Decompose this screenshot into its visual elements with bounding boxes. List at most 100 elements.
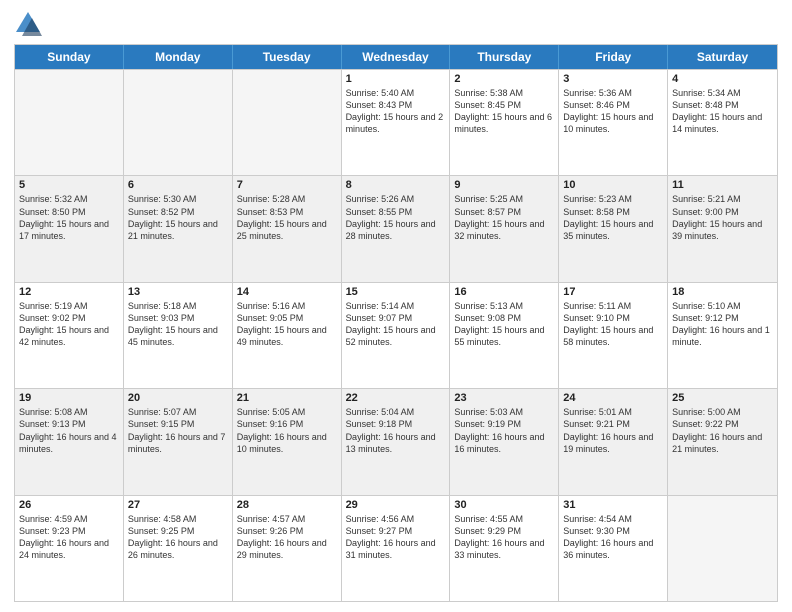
day-number: 6 [128, 179, 228, 191]
cell-info: Sunrise: 5:08 AM Sunset: 9:13 PM Dayligh… [19, 406, 119, 455]
day-cell-26: 26 Sunrise: 4:59 AM Sunset: 9:23 PM Dayli… [15, 496, 124, 601]
cell-info: Sunrise: 5:40 AM Sunset: 8:43 PM Dayligh… [346, 87, 446, 136]
logo [14, 10, 45, 38]
day-cell-5: 5 Sunrise: 5:32 AM Sunset: 8:50 PM Daylig… [15, 176, 124, 281]
day-cell-15: 15 Sunrise: 5:14 AM Sunset: 9:07 PM Dayli… [342, 283, 451, 388]
day-cell-22: 22 Sunrise: 5:04 AM Sunset: 9:18 PM Dayli… [342, 389, 451, 494]
empty-cell-0-1 [124, 70, 233, 175]
cell-info: Sunrise: 5:18 AM Sunset: 9:03 PM Dayligh… [128, 300, 228, 349]
day-number: 28 [237, 499, 337, 511]
page: SundayMondayTuesdayWednesdayThursdayFrid… [0, 0, 792, 612]
day-number: 1 [346, 73, 446, 85]
day-number: 10 [563, 179, 663, 191]
cell-info: Sunrise: 5:34 AM Sunset: 8:48 PM Dayligh… [672, 87, 773, 136]
day-cell-29: 29 Sunrise: 4:56 AM Sunset: 9:27 PM Dayli… [342, 496, 451, 601]
day-number: 21 [237, 392, 337, 404]
day-number: 14 [237, 286, 337, 298]
day-number: 30 [454, 499, 554, 511]
logo-icon [14, 10, 42, 38]
cell-info: Sunrise: 5:32 AM Sunset: 8:50 PM Dayligh… [19, 193, 119, 242]
day-number: 29 [346, 499, 446, 511]
day-number: 27 [128, 499, 228, 511]
cell-info: Sunrise: 5:11 AM Sunset: 9:10 PM Dayligh… [563, 300, 663, 349]
cell-info: Sunrise: 5:21 AM Sunset: 9:00 PM Dayligh… [672, 193, 773, 242]
calendar-header: SundayMondayTuesdayWednesdayThursdayFrid… [15, 45, 777, 69]
day-cell-6: 6 Sunrise: 5:30 AM Sunset: 8:52 PM Daylig… [124, 176, 233, 281]
day-number: 4 [672, 73, 773, 85]
day-number: 3 [563, 73, 663, 85]
day-cell-27: 27 Sunrise: 4:58 AM Sunset: 9:25 PM Dayli… [124, 496, 233, 601]
day-number: 20 [128, 392, 228, 404]
day-number: 17 [563, 286, 663, 298]
weekday-header-saturday: Saturday [668, 45, 777, 69]
day-cell-23: 23 Sunrise: 5:03 AM Sunset: 9:19 PM Dayli… [450, 389, 559, 494]
day-number: 11 [672, 179, 773, 191]
day-cell-25: 25 Sunrise: 5:00 AM Sunset: 9:22 PM Dayli… [668, 389, 777, 494]
day-cell-13: 13Sunrise: 5:18 AM Sunset: 9:03 PM Dayli… [124, 283, 233, 388]
day-cell-24: 24 Sunrise: 5:01 AM Sunset: 9:21 PM Dayli… [559, 389, 668, 494]
day-number: 12 [19, 286, 119, 298]
weekday-header-sunday: Sunday [15, 45, 124, 69]
day-number: 23 [454, 392, 554, 404]
day-number: 22 [346, 392, 446, 404]
day-cell-30: 30 Sunrise: 4:55 AM Sunset: 9:29 PM Dayli… [450, 496, 559, 601]
cell-info: Sunrise: 4:58 AM Sunset: 9:25 PM Dayligh… [128, 513, 228, 562]
cell-info: Sunrise: 4:56 AM Sunset: 9:27 PM Dayligh… [346, 513, 446, 562]
calendar-row-4: 19 Sunrise: 5:08 AM Sunset: 9:13 PM Dayli… [15, 388, 777, 494]
cell-info: Sunrise: 5:01 AM Sunset: 9:21 PM Dayligh… [563, 406, 663, 455]
cell-info: Sunrise: 5:26 AM Sunset: 8:55 PM Dayligh… [346, 193, 446, 242]
cell-info: Sunrise: 5:23 AM Sunset: 8:58 PM Dayligh… [563, 193, 663, 242]
cell-info: Sunrise: 5:13 AM Sunset: 9:08 PM Dayligh… [454, 300, 554, 349]
day-cell-11: 11 Sunrise: 5:21 AM Sunset: 9:00 PM Dayli… [668, 176, 777, 281]
cell-info: Sunrise: 5:10 AM Sunset: 9:12 PM Dayligh… [672, 300, 773, 349]
header [14, 10, 778, 38]
cell-info: Sunrise: 5:14 AM Sunset: 9:07 PM Dayligh… [346, 300, 446, 349]
cell-info: Sunrise: 5:00 AM Sunset: 9:22 PM Dayligh… [672, 406, 773, 455]
cell-info: Sunrise: 5:38 AM Sunset: 8:45 PM Dayligh… [454, 87, 554, 136]
day-number: 8 [346, 179, 446, 191]
day-cell-1: 1 Sunrise: 5:40 AM Sunset: 8:43 PM Daylig… [342, 70, 451, 175]
day-cell-10: 10 Sunrise: 5:23 AM Sunset: 8:58 PM Dayli… [559, 176, 668, 281]
cell-info: Sunrise: 5:05 AM Sunset: 9:16 PM Dayligh… [237, 406, 337, 455]
cell-info: Sunrise: 5:28 AM Sunset: 8:53 PM Dayligh… [237, 193, 337, 242]
weekday-header-tuesday: Tuesday [233, 45, 342, 69]
day-number: 15 [346, 286, 446, 298]
weekday-header-friday: Friday [559, 45, 668, 69]
empty-cell-4-6 [668, 496, 777, 601]
cell-info: Sunrise: 5:04 AM Sunset: 9:18 PM Dayligh… [346, 406, 446, 455]
empty-cell-0-2 [233, 70, 342, 175]
day-number: 26 [19, 499, 119, 511]
calendar: SundayMondayTuesdayWednesdayThursdayFrid… [14, 44, 778, 602]
day-cell-31: 31Sunrise: 4:54 AM Sunset: 9:30 PM Dayli… [559, 496, 668, 601]
day-number: 19 [19, 392, 119, 404]
day-cell-9: 9Sunrise: 5:25 AM Sunset: 8:57 PM Daylig… [450, 176, 559, 281]
cell-info: Sunrise: 5:36 AM Sunset: 8:46 PM Dayligh… [563, 87, 663, 136]
calendar-row-2: 5 Sunrise: 5:32 AM Sunset: 8:50 PM Daylig… [15, 175, 777, 281]
cell-info: Sunrise: 4:54 AM Sunset: 9:30 PM Dayligh… [563, 513, 663, 562]
day-cell-8: 8 Sunrise: 5:26 AM Sunset: 8:55 PM Daylig… [342, 176, 451, 281]
day-cell-14: 14 Sunrise: 5:16 AM Sunset: 9:05 PM Dayli… [233, 283, 342, 388]
day-number: 2 [454, 73, 554, 85]
cell-info: Sunrise: 5:30 AM Sunset: 8:52 PM Dayligh… [128, 193, 228, 242]
day-cell-17: 17 Sunrise: 5:11 AM Sunset: 9:10 PM Dayli… [559, 283, 668, 388]
weekday-header-monday: Monday [124, 45, 233, 69]
day-number: 5 [19, 179, 119, 191]
cell-info: Sunrise: 4:59 AM Sunset: 9:23 PM Dayligh… [19, 513, 119, 562]
day-number: 18 [672, 286, 773, 298]
day-cell-19: 19 Sunrise: 5:08 AM Sunset: 9:13 PM Dayli… [15, 389, 124, 494]
day-cell-16: 16 Sunrise: 5:13 AM Sunset: 9:08 PM Dayli… [450, 283, 559, 388]
day-cell-12: 12Sunrise: 5:19 AM Sunset: 9:02 PM Dayli… [15, 283, 124, 388]
cell-info: Sunrise: 5:16 AM Sunset: 9:05 PM Dayligh… [237, 300, 337, 349]
day-cell-3: 3 Sunrise: 5:36 AM Sunset: 8:46 PM Daylig… [559, 70, 668, 175]
day-number: 24 [563, 392, 663, 404]
day-number: 16 [454, 286, 554, 298]
cell-info: Sunrise: 5:03 AM Sunset: 9:19 PM Dayligh… [454, 406, 554, 455]
weekday-header-thursday: Thursday [450, 45, 559, 69]
day-cell-2: 2 Sunrise: 5:38 AM Sunset: 8:45 PM Daylig… [450, 70, 559, 175]
calendar-row-5: 26 Sunrise: 4:59 AM Sunset: 9:23 PM Dayli… [15, 495, 777, 601]
calendar-body: 1 Sunrise: 5:40 AM Sunset: 8:43 PM Daylig… [15, 69, 777, 601]
day-number: 7 [237, 179, 337, 191]
cell-info: Sunrise: 4:55 AM Sunset: 9:29 PM Dayligh… [454, 513, 554, 562]
day-cell-4: 4 Sunrise: 5:34 AM Sunset: 8:48 PM Daylig… [668, 70, 777, 175]
day-number: 25 [672, 392, 773, 404]
